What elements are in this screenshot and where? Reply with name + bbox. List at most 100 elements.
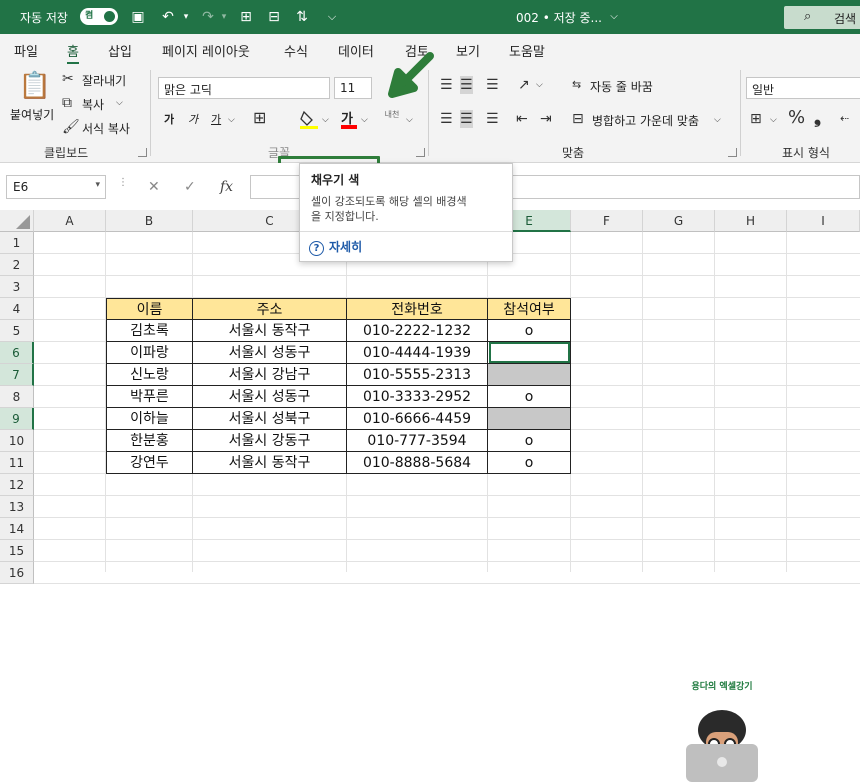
clipboard-launcher-icon[interactable] <box>138 148 147 157</box>
search-box[interactable]: ⌕ 검색 <box>784 6 860 29</box>
sort-icon[interactable]: ⇅ <box>292 7 312 27</box>
customize-toolbar-icon[interactable]: ⌵ <box>322 7 342 27</box>
table-cell[interactable]: 서울시 성북구 <box>193 408 347 430</box>
table-cell[interactable]: 010-2222-1232 <box>347 320 488 342</box>
orientation-icon[interactable]: ↗ <box>518 76 530 94</box>
row-header[interactable]: 15 <box>0 540 34 562</box>
row-header[interactable]: 9 <box>0 408 34 430</box>
spreadsheet-grid[interactable]: A B C D E F G H I 1 2 3 4 5 6 7 8 9 10 1… <box>0 210 860 782</box>
title-chevron-down-icon[interactable]: ⌵ <box>604 7 624 27</box>
table-cell[interactable]: 서울시 동작구 <box>193 452 347 474</box>
table-cell[interactable]: o <box>488 320 571 342</box>
header-cell-name[interactable]: 이름 <box>106 298 193 320</box>
row-header[interactable]: 13 <box>0 496 34 518</box>
format-painter-icon[interactable]: 🖌 <box>62 118 80 136</box>
currency-icon[interactable]: ⊞ <box>750 110 762 128</box>
table-cell[interactable]: 010-5555-2313 <box>347 364 488 386</box>
column-header[interactable]: H <box>715 210 787 232</box>
tab-formulas[interactable]: 수식 <box>284 41 308 60</box>
tab-page-layout[interactable]: 페이지 레이아웃 <box>162 41 250 60</box>
table-cell[interactable]: 서울시 성동구 <box>193 342 347 364</box>
row-header[interactable]: 12 <box>0 474 34 496</box>
save-icon[interactable]: ▣ <box>128 7 148 27</box>
align-center-icon[interactable]: ☰ <box>460 110 473 128</box>
table-cell[interactable]: o <box>488 386 571 408</box>
undo-dropdown-icon[interactable]: ▾ <box>176 7 196 27</box>
table-cell[interactable]: 김초록 <box>106 320 193 342</box>
autosave-toggle[interactable]: 켬 <box>80 8 118 25</box>
copy-dropdown-icon[interactable]: ⌵ <box>116 94 123 112</box>
column-header[interactable]: A <box>34 210 106 232</box>
font-size-box[interactable]: 11 <box>334 77 372 99</box>
table-cell[interactable] <box>488 408 571 430</box>
italic-button[interactable]: 가 <box>188 111 198 127</box>
row-header[interactable]: 11 <box>0 452 34 474</box>
paste-icon[interactable]: 📋 <box>18 70 52 102</box>
form-icon[interactable]: ⊞ <box>236 7 256 27</box>
align-top-icon[interactable]: ☰ <box>440 76 453 94</box>
merge-center-icon[interactable]: ⊟ <box>572 110 584 128</box>
font-color-dropdown-icon[interactable]: ⌵ <box>361 111 368 129</box>
tab-data[interactable]: 데이터 <box>338 41 374 60</box>
insert-function-button[interactable]: fx <box>220 179 233 195</box>
align-middle-icon[interactable]: ☰ <box>460 76 473 94</box>
phonetic-button[interactable]: 내천 <box>384 110 400 120</box>
row-header[interactable]: 10 <box>0 430 34 452</box>
table-cell[interactable]: 박푸른 <box>106 386 193 408</box>
row-header[interactable]: 6 <box>0 342 34 364</box>
tab-file[interactable]: 파일 <box>14 41 38 60</box>
align-bottom-icon[interactable]: ☰ <box>486 76 499 94</box>
bold-button[interactable]: 가 <box>164 111 174 127</box>
row-header[interactable]: 5 <box>0 320 34 342</box>
header-cell-phone[interactable]: 전화번호 <box>347 298 488 320</box>
tab-help[interactable]: 도움말 <box>509 41 545 60</box>
currency-dropdown-icon[interactable]: ⌵ <box>770 111 777 129</box>
alignment-launcher-icon[interactable] <box>728 148 737 157</box>
table-cell[interactable]: 010-8888-5684 <box>347 452 488 474</box>
table-cell[interactable]: 이파랑 <box>106 342 193 364</box>
decrease-indent-icon[interactable]: ⇤ <box>516 110 528 128</box>
column-header[interactable]: I <box>787 210 860 232</box>
table-cell[interactable] <box>488 364 571 386</box>
table-cell[interactable]: o <box>488 452 571 474</box>
align-right-icon[interactable]: ☰ <box>486 110 499 128</box>
phonetic-dropdown-icon[interactable]: ⌵ <box>406 111 413 129</box>
table-cell[interactable]: 서울시 강남구 <box>193 364 347 386</box>
number-format-box[interactable]: 일반 <box>746 77 860 99</box>
table-cell[interactable]: 010-6666-4459 <box>347 408 488 430</box>
font-launcher-icon[interactable] <box>416 148 425 157</box>
merge-center-button[interactable]: 병합하고 가운데 맞춤 <box>592 112 699 129</box>
table-cell[interactable]: 서울시 강동구 <box>193 430 347 452</box>
tab-home[interactable]: 홈 <box>67 41 79 64</box>
table-cell[interactable]: 서울시 동작구 <box>193 320 347 342</box>
undo-icon[interactable]: ↶ <box>158 7 178 27</box>
column-header[interactable]: G <box>643 210 715 232</box>
merge-dropdown-icon[interactable]: ⌵ <box>714 111 721 129</box>
row-header[interactable]: 3 <box>0 276 34 298</box>
fill-color-icon[interactable] <box>298 108 320 130</box>
table-cell[interactable]: 010-4444-1939 <box>347 342 488 364</box>
row-header[interactable]: 2 <box>0 254 34 276</box>
header-cell-attendance[interactable]: 참석여부 <box>488 298 571 320</box>
header-cell-address[interactable]: 주소 <box>193 298 347 320</box>
table-cell[interactable]: 강연두 <box>106 452 193 474</box>
wrap-text-button[interactable]: 자동 줄 바꿈 <box>590 78 653 95</box>
font-name-box[interactable]: 맑은 고딕 <box>158 77 330 99</box>
cancel-icon[interactable]: ✕ <box>148 179 160 195</box>
name-box-dropdown-icon[interactable]: ▾ <box>95 180 100 190</box>
row-header[interactable]: 1 <box>0 232 34 254</box>
format-painter-button[interactable]: 서식 복사 <box>82 120 130 137</box>
table-cell[interactable]: 010-3333-2952 <box>347 386 488 408</box>
underline-dropdown-icon[interactable]: ⌵ <box>228 111 235 129</box>
tab-insert[interactable]: 삽입 <box>108 41 132 60</box>
tab-view[interactable]: 보기 <box>456 41 480 60</box>
row-header[interactable]: 7 <box>0 364 34 386</box>
wrap-text-icon[interactable]: ⇆ <box>572 76 581 94</box>
comma-icon[interactable]: ❟ <box>814 109 821 127</box>
select-all-corner[interactable] <box>0 210 34 232</box>
increase-indent-icon[interactable]: ⇥ <box>540 110 552 128</box>
percent-icon[interactable]: % <box>788 109 805 127</box>
column-header[interactable]: F <box>571 210 643 232</box>
table-icon[interactable]: ⊟ <box>264 7 284 27</box>
borders-icon[interactable]: ⊞ <box>253 109 266 127</box>
